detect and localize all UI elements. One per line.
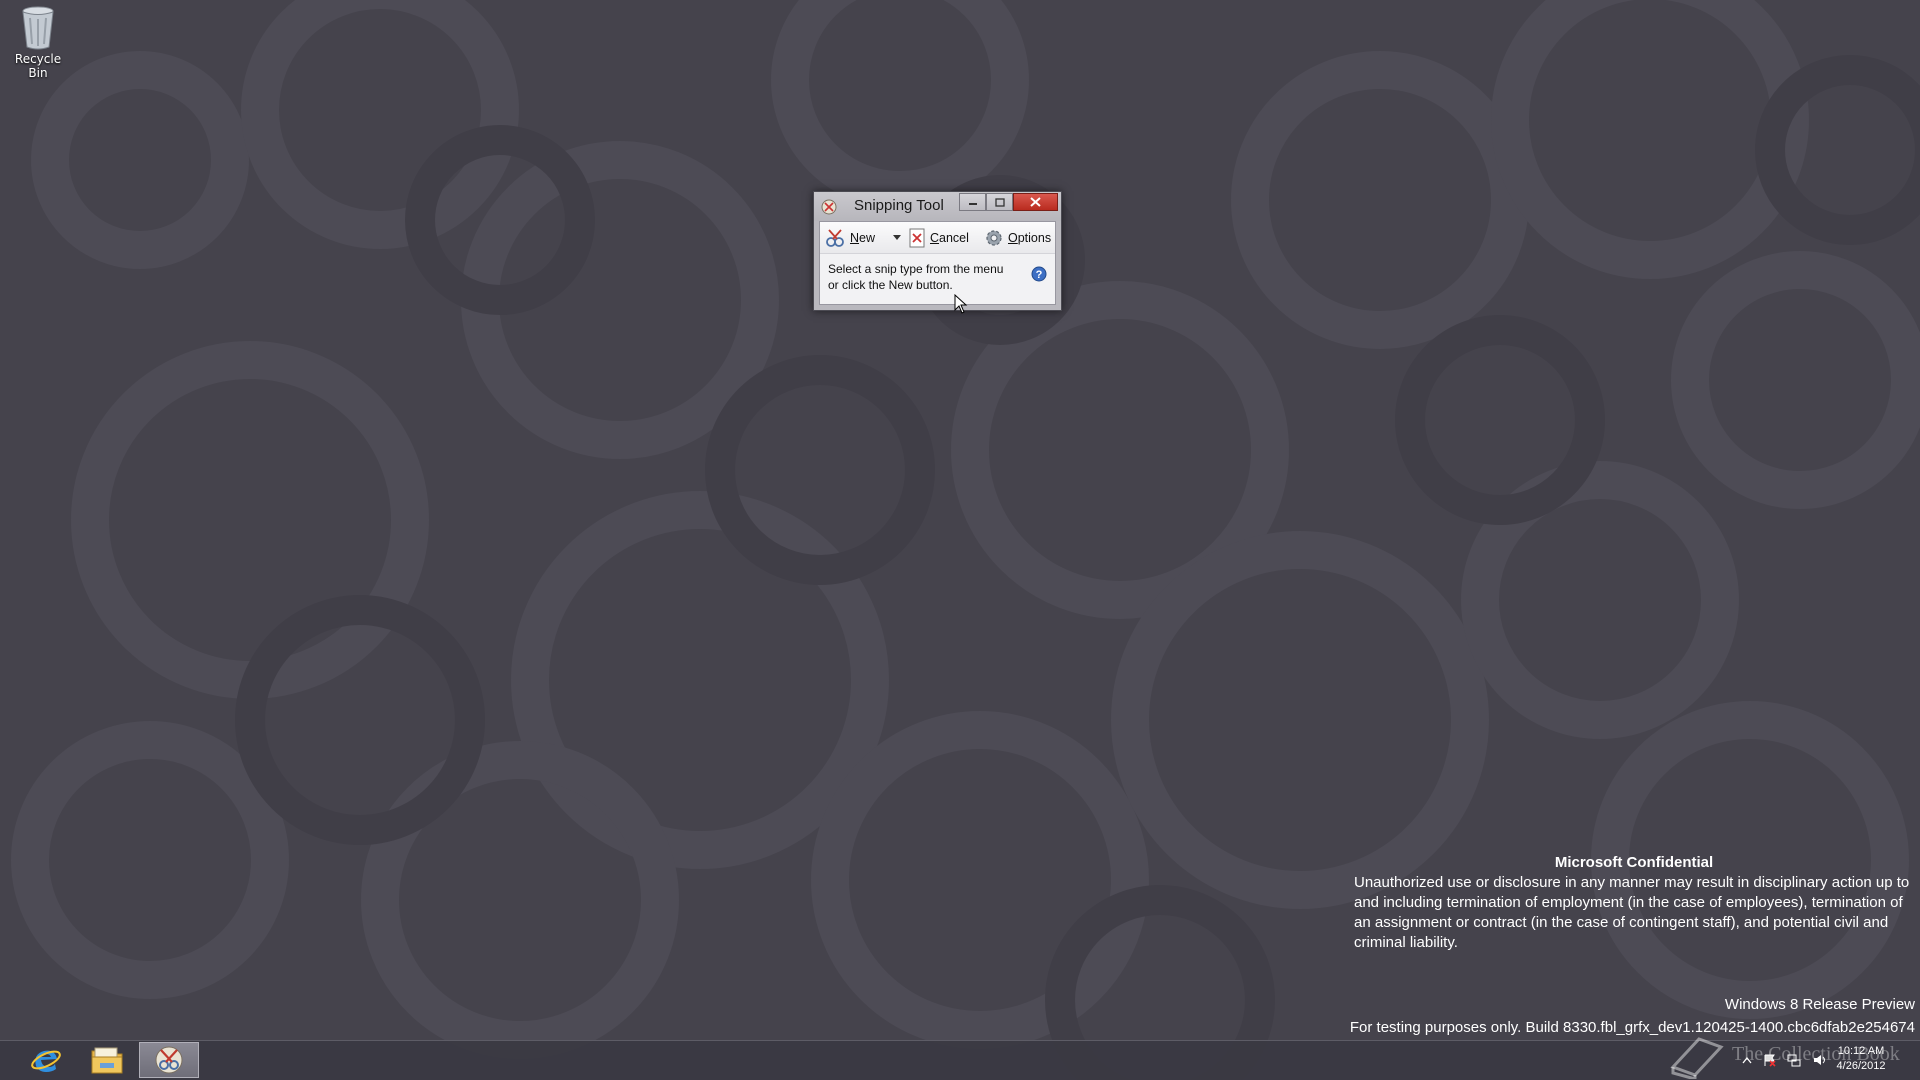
maximize-button[interactable] [986,193,1013,211]
title-bar[interactable]: Snipping Tool [814,192,1061,221]
cancel-icon [909,228,925,247]
instruction-text: Select a snip type from the menu or clic… [828,262,1004,292]
watermark-title: Microsoft Confidential [1554,854,1714,871]
gear-icon [986,229,1002,246]
options-label: Options [1008,230,1052,245]
mouse-cursor-icon [954,294,968,314]
help-icon[interactable]: ? [1031,266,1047,286]
svg-text:?: ? [1036,269,1043,281]
clock-time: 10:12 AM [1837,1045,1885,1057]
taskbar-item-internet-explorer[interactable] [16,1042,76,1078]
toolbar: New Cancel Options [820,222,1055,254]
options-button[interactable]: Options [984,222,1051,253]
window-title: Snipping Tool [854,197,944,214]
build-string: For testing purposes only. Build 8330.fb… [1349,1019,1915,1036]
taskbar-clock[interactable]: 10:12 AM 4/26/2012 [1826,1044,1896,1074]
snipping-tool-window: Snipping Tool New Cancel Options Select … [813,191,1062,311]
scissors-icon [826,228,844,247]
cancel-label: Cancel [930,230,969,245]
close-button[interactable] [1013,193,1058,211]
action-center-flag-icon[interactable] [1762,1053,1776,1067]
close-icon [1030,197,1041,207]
product-name: Windows 8 Release Preview [1724,996,1915,1013]
taskbar [0,1040,1920,1080]
minimize-icon [968,203,977,205]
confidential-watermark: Microsoft Confidential Unauthorized use … [1354,853,1914,953]
chevron-up-icon[interactable] [1742,1056,1752,1064]
system-tray [1742,1042,1828,1078]
window-client-area: New Cancel Options Select a snip type fr… [819,221,1056,305]
snipping-tool-icon [821,199,837,219]
taskbar-item-snipping-tool[interactable] [139,1042,199,1078]
file-explorer-icon [91,1047,123,1074]
snipping-tool-icon [155,1046,183,1074]
new-snip-dropdown[interactable] [892,222,906,253]
desktop: Recycle Bin Snipping Tool New Cancel Opt… [0,0,1920,1080]
watermark-body: Unauthorized use or disclosure in any ma… [1354,874,1910,951]
new-snip-button[interactable]: New [824,222,875,253]
book-logo-icon [1670,1037,1724,1079]
new-label: New [850,230,876,245]
cancel-button[interactable]: Cancel [908,222,969,253]
build-info: Windows 8 Release Preview For testing pu… [1350,993,1915,1039]
maximize-icon [994,197,1005,207]
desktop-icon-label: Recycle Bin [14,52,62,80]
clock-date: 4/26/2012 [1836,1060,1886,1072]
network-icon[interactable] [1786,1053,1802,1067]
chevron-down-icon [893,235,901,240]
internet-explorer-icon [31,1050,61,1072]
taskbar-item-file-explorer[interactable] [77,1042,137,1078]
desktop-icon-recycle-bin[interactable]: Recycle Bin [4,4,72,80]
minimize-button[interactable] [959,193,986,211]
recycle-bin-icon [22,6,54,50]
